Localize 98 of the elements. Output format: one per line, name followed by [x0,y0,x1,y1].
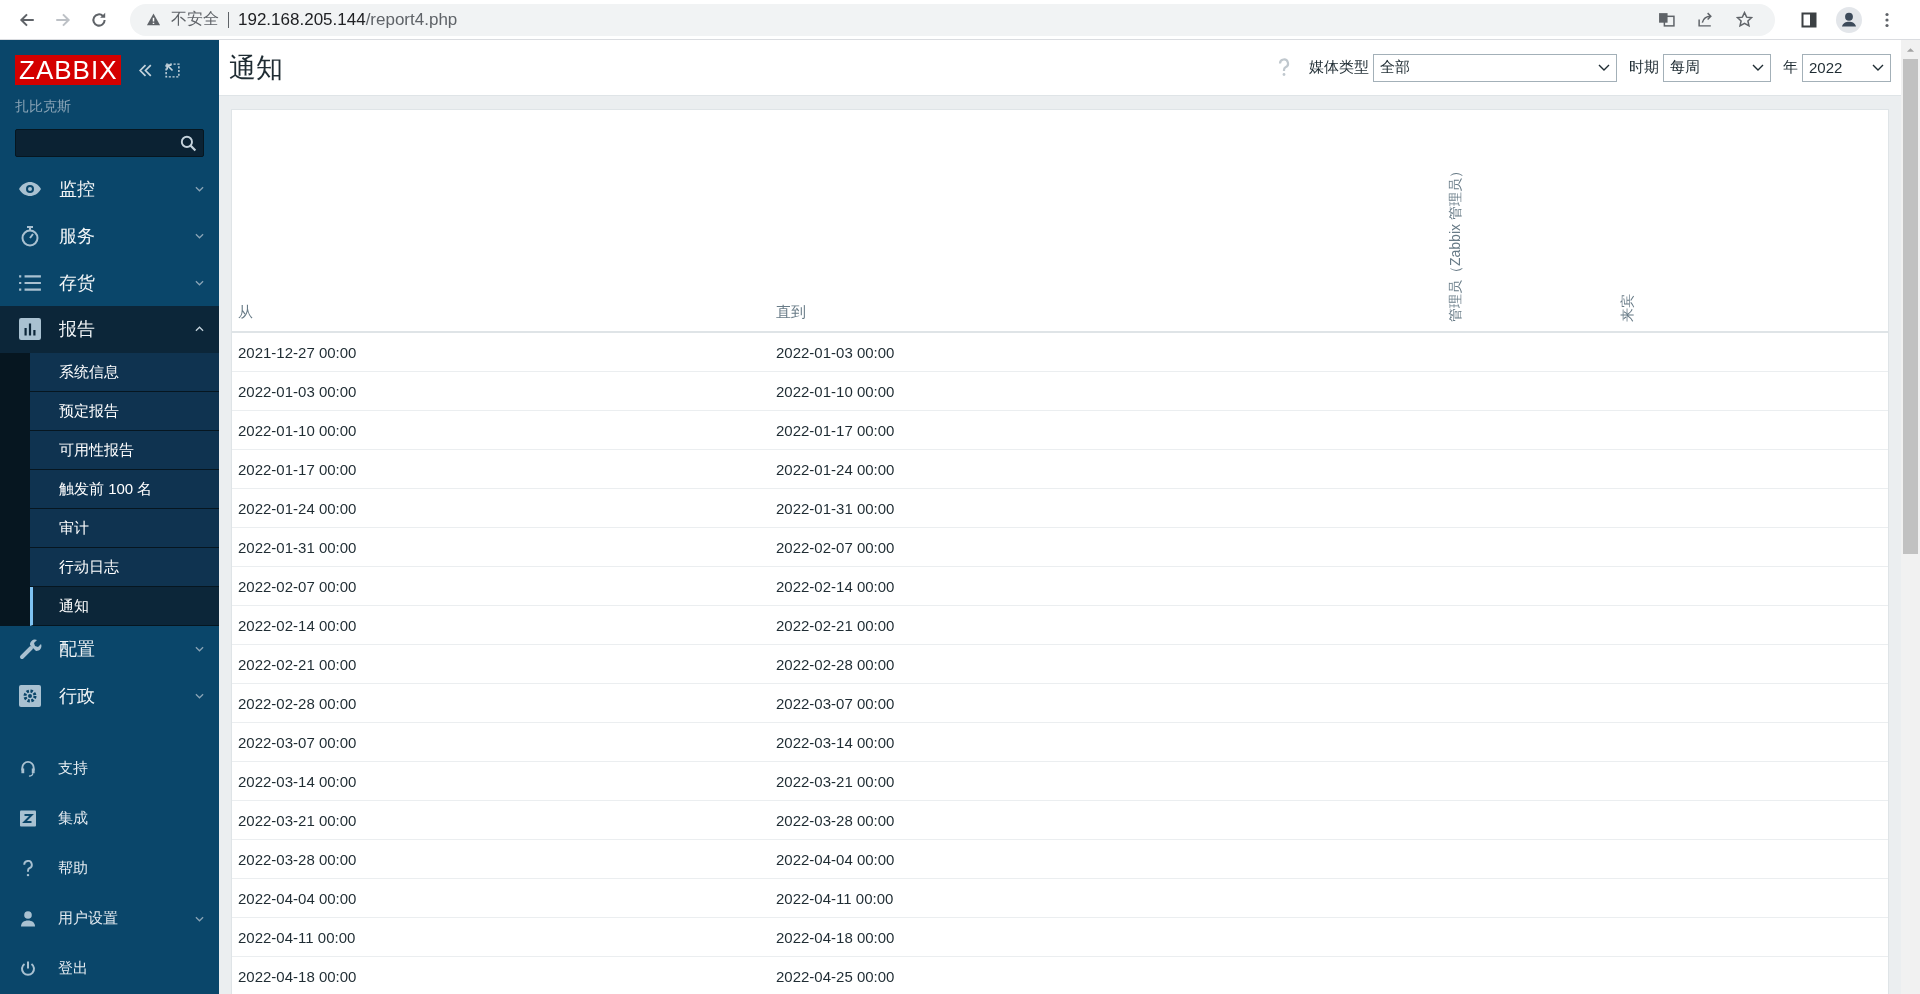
table-cell: 2022-01-24 00:00 [238,499,357,517]
wrench-icon [18,638,42,660]
table-cell: 2022-04-04 00:00 [776,850,895,868]
menu-item[interactable]: 用户设置 [0,893,219,944]
chevron-down-icon[interactable] [195,186,204,193]
caret-icon [1598,64,1610,71]
table-cell: 2022-03-21 00:00 [776,772,895,790]
submenu-item[interactable]: 系统信息 [30,352,219,392]
chevron-down-icon[interactable] [195,233,204,240]
table-cell: 2022-04-04 00:00 [238,889,357,907]
filter-label: 年 [1783,58,1798,77]
translate-icon[interactable] [1658,11,1675,28]
gear-icon [18,684,42,707]
table-cell: 2022-01-17 00:00 [776,421,895,439]
column-header[interactable]: 管理员（Zabbix 管理员） [1446,164,1464,322]
dropdown[interactable]: 每周 [1663,53,1771,82]
chevron-down-icon[interactable] [195,915,204,922]
user-icon [20,910,36,928]
security-label: 不安全 [171,9,219,29]
menu-item[interactable]: 支持 [0,743,219,794]
table-cell: 2022-02-07 00:00 [238,577,357,595]
more-menu-icon[interactable] [1885,11,1889,28]
menu-item[interactable]: 监控 [0,166,219,213]
table-cell: 2022-02-21 00:00 [776,616,895,634]
chevron-up-icon[interactable] [195,326,204,333]
table-cell: 2022-04-18 00:00 [238,967,357,985]
submenu-item[interactable]: 触发前 100 名 [30,469,219,509]
menu-item[interactable]: 行政 [0,672,219,719]
menu-item[interactable]: 登出 [0,943,219,994]
warning-icon [146,12,161,27]
address-bar[interactable]: 不安全 192.168.205.144/report4.php [130,3,1775,36]
submenu-item[interactable]: 审计 [30,508,219,548]
table-cell: 2022-01-17 00:00 [238,460,357,478]
scrollbar[interactable] [1901,40,1920,994]
menu-item[interactable]: 集成 [0,793,219,844]
reload-icon[interactable] [90,10,108,29]
integration-icon [20,810,36,828]
chevron-down-icon[interactable] [195,692,204,699]
column-header[interactable]: 来宾 [1618,294,1636,322]
bar-chart-icon [18,318,42,341]
filter-label: 时期 [1629,58,1659,77]
headset-icon [20,760,36,778]
table-cell: 2021-12-27 00:00 [238,343,357,361]
side-panel-icon[interactable] [1801,11,1817,28]
table-cell: 2022-01-10 00:00 [238,421,357,439]
kiosk-mode-icon[interactable] [164,61,182,79]
submenu-item[interactable]: 可用性报告 [30,430,219,470]
submenu-item[interactable]: 行动日志 [30,547,219,587]
server-name: 扎比克斯 [15,98,72,116]
power-icon [20,960,36,978]
zabbix-logo[interactable]: ZABBIX [15,55,122,85]
table-cell: 2022-01-31 00:00 [238,538,357,556]
profile-avatar-icon[interactable] [1836,6,1862,33]
table-cell: 2022-03-14 00:00 [238,772,357,790]
table-cell: 2022-03-28 00:00 [238,850,357,868]
table-cell: 2022-02-28 00:00 [238,694,357,712]
submenu-item[interactable]: 预定报告 [30,391,219,431]
filter-label: 媒体类型 [1309,58,1369,77]
table-cell: 2022-02-21 00:00 [238,655,357,673]
table-cell: 2022-03-14 00:00 [776,733,895,751]
table-cell: 2022-04-11 00:00 [238,928,356,946]
table-cell: 2022-04-25 00:00 [776,967,895,985]
search-field[interactable] [15,129,204,158]
table-cell: 2022-01-03 00:00 [776,343,895,361]
table-cell: 2022-03-28 00:00 [776,811,895,829]
search-icon[interactable] [180,134,197,152]
page-title: 通知 [229,51,283,85]
share-icon[interactable] [1697,11,1714,28]
table-cell: 2022-01-10 00:00 [776,382,895,400]
table-cell: 2022-03-21 00:00 [238,811,357,829]
url-text: 192.168.205.144/report4.php [238,9,458,30]
table-cell: 2022-03-07 00:00 [238,733,357,751]
scrollbar-thumb[interactable] [1903,59,1918,554]
chevron-down-icon[interactable] [195,646,204,652]
star-icon[interactable] [1736,11,1753,28]
dropdown[interactable]: 全部 [1373,53,1617,82]
table-cell: 2022-02-14 00:00 [776,577,895,595]
table-cell: 2022-03-07 00:00 [776,694,895,712]
table-cell: 2022-01-31 00:00 [776,499,895,517]
menu-item[interactable]: 服务 [0,212,219,260]
table-cell: 2022-02-14 00:00 [238,616,357,634]
menu-item[interactable]: 配置 [0,625,219,673]
caret-icon [1752,64,1764,71]
table-cell: 2022-02-07 00:00 [776,538,895,556]
submenu-item[interactable]: 通知 [30,586,219,626]
table-cell: 2022-01-03 00:00 [238,382,357,400]
column-header[interactable]: 直到 [776,303,806,320]
menu-item[interactable]: 帮助 [0,843,219,894]
help-icon [20,860,36,878]
table-cell: 2022-04-11 00:00 [776,889,894,907]
table-cell: 2022-02-28 00:00 [776,655,895,673]
menu-item[interactable]: 存货 [0,259,219,307]
column-header[interactable]: 从 [238,303,253,320]
caret-icon [1872,64,1884,71]
dropdown[interactable]: 2022 [1802,53,1891,82]
table-cell: 2022-04-18 00:00 [776,928,895,946]
table-cell: 2022-01-24 00:00 [776,460,895,478]
chevron-down-icon[interactable] [195,279,204,286]
